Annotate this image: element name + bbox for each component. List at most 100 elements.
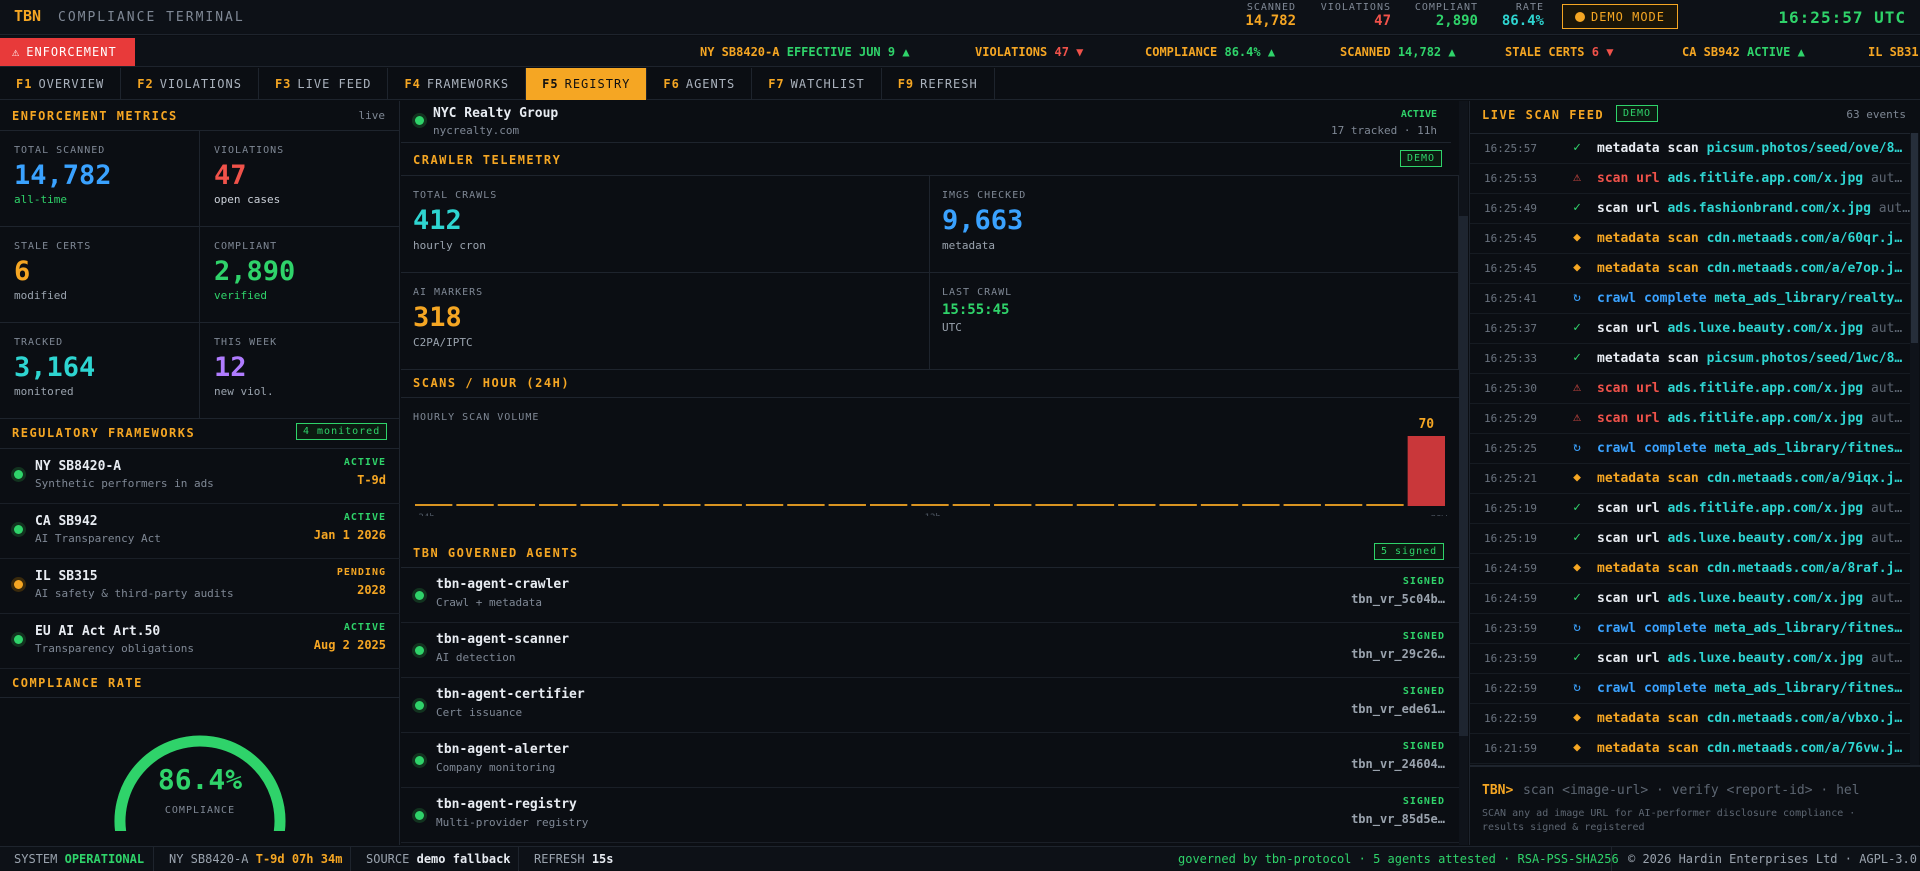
x-tick-label: now: [1431, 513, 1448, 516]
terminal-input[interactable]: scan <image-url> · verify <report-id> · …: [1523, 783, 1860, 798]
check-icon: ✓: [1573, 650, 1581, 665]
metric-violations: VIOLATIONS 47 open cases: [200, 131, 400, 227]
feed-row[interactable]: 16:25:19 ✓ scan url ads.fitlife.app.com/x.…: [1470, 494, 1910, 524]
telemetry-ai-markers: AI MARKERS 318 C2PA/IPTC: [401, 273, 930, 370]
scan-bar: [1076, 504, 1115, 506]
brand-logo: TBN: [14, 7, 42, 25]
check-icon: ✓: [1573, 200, 1581, 215]
scan-bar: [415, 504, 453, 506]
metric-tracked: TRACKED 3,164 monitored: [0, 323, 200, 419]
framework-item[interactable]: IL SB315 AI safety & third-party audits PE…: [0, 559, 400, 614]
metric-compliant: COMPLIANT 2,890 verified: [200, 227, 400, 323]
system-status: SYSTEM OPERATIONAL: [14, 852, 145, 866]
scans-chart-title: SCANS / HOUR (24H): [413, 376, 571, 390]
feed-row[interactable]: 16:22:59 ◆ metadata scan cdn.metaads.com/a…: [1470, 704, 1910, 734]
source-status: SOURCE demo fallback: [366, 852, 511, 866]
status-dot-icon: [415, 811, 424, 820]
feed-row[interactable]: 16:25:33 ✓ metadata scan picsum.photos/see…: [1470, 344, 1910, 374]
live-scan-feed-panel: LIVE SCAN FEED DEMO 63 events 16:25:57 ✓ m…: [1469, 101, 1920, 864]
tab-watchlist[interactable]: F7 WATCHLIST: [752, 68, 882, 100]
tab-registry[interactable]: F5 REGISTRY: [526, 68, 648, 100]
scan-bar: [1242, 504, 1280, 506]
framework-item[interactable]: CA SB942 AI Transparency Act ACTIVE Jan 1 2…: [0, 504, 400, 559]
feed-demo-badge: DEMO: [1616, 105, 1659, 122]
scan-bar: [1035, 504, 1073, 506]
warning-icon: ⚠: [1573, 410, 1581, 425]
peak-value-label: 70: [1418, 417, 1434, 432]
scan-bar: [704, 504, 742, 506]
tab-violations[interactable]: F2 VIOLATIONS: [121, 68, 259, 100]
feed-row[interactable]: 16:25:53 ⚠ scan url ads.fitlife.app.com/x.…: [1470, 164, 1910, 194]
feed-row[interactable]: 16:25:57 ✓ metadata scan picsum.photos/see…: [1470, 134, 1910, 164]
feed-scrollbar[interactable]: [1910, 133, 1919, 864]
telemetry-total-crawls: TOTAL CRAWLS 412 hourly cron: [401, 176, 930, 273]
tab-frameworks[interactable]: F4 FRAMEWORKS: [388, 68, 527, 100]
feed-row[interactable]: 16:25:45 ◆ metadata scan cdn.metaads.com/a…: [1470, 254, 1910, 284]
utc-clock: 16:25:57 UTC: [1778, 8, 1906, 27]
copyright: © 2026 Hardin Enterprises Ltd · AGPL-3.0: [1628, 852, 1917, 866]
scan-bar: [745, 504, 784, 506]
feed-row[interactable]: 16:23:59 ↻ crawl complete meta_ads_library…: [1470, 614, 1910, 644]
feed-row[interactable]: 16:25:41 ↻ crawl complete meta_ads_library…: [1470, 284, 1910, 314]
middle-scrollbar[interactable]: [1459, 101, 1468, 845]
feed-row[interactable]: 16:25:29 ⚠ scan url ads.fitlife.app.com/x.…: [1470, 404, 1910, 434]
agent-item[interactable]: tbn-agent-alerter Company monitoring SIGNE…: [401, 733, 1459, 788]
feed-row[interactable]: 16:21:59 ◆ metadata scan cdn.metaads.com/a…: [1470, 734, 1910, 764]
enforcement-ticker: ⚠ ENFORCEMENT NY SB8420-A EFFECTIVE JUN 9…: [0, 36, 1920, 67]
ticker-item: NY SB8420-A EFFECTIVE JUN 9 ▲: [700, 45, 910, 59]
scan-bar: [952, 504, 991, 506]
agent-item[interactable]: tbn-agent-certifier Cert issuance SIGNED tb…: [401, 678, 1459, 733]
diamond-icon: ◆: [1573, 260, 1581, 275]
scan-bar: [497, 504, 536, 506]
status-dot-icon: [14, 580, 23, 589]
tab-agents[interactable]: F6 AGENTS: [647, 68, 753, 100]
agent-item[interactable]: tbn-agent-crawler Crawl + metadata SIGNED t…: [401, 568, 1459, 623]
check-icon: ✓: [1573, 140, 1581, 155]
feed-row[interactable]: 16:25:19 ✓ scan url ads.luxe.beauty.com/x.…: [1470, 524, 1910, 554]
feed-row[interactable]: 16:25:49 ✓ scan url ads.fashionbrand.com/x…: [1470, 194, 1910, 224]
status-dot-icon: [415, 591, 424, 600]
agent-item[interactable]: tbn-agent-scanner AI detection SIGNED tbn_v…: [401, 623, 1459, 678]
company-name: NYC Realty Group: [433, 106, 559, 121]
feed-row[interactable]: 16:23:59 ✓ scan url ads.luxe.beauty.com/x.…: [1470, 644, 1910, 674]
compliance-label: COMPLIANCE: [164, 805, 236, 816]
diamond-icon: ◆: [1573, 740, 1581, 755]
diamond-icon: ◆: [1573, 230, 1581, 245]
feed-row[interactable]: 16:24:59 ◆ metadata scan cdn.metaads.com/a…: [1470, 554, 1910, 584]
tab-overview[interactable]: F1 OVERVIEW: [0, 68, 122, 100]
tab-refresh[interactable]: F9 REFRESH: [882, 68, 995, 100]
tab-live-feed[interactable]: F3 LIVE FEED: [259, 68, 389, 100]
agents-signed-badge: 5 signed: [1374, 543, 1445, 560]
metric-this-week: THIS WEEK 12 new viol.: [200, 323, 400, 419]
scan-bar: [787, 504, 825, 506]
scan-bar: [1159, 504, 1197, 506]
feed-row[interactable]: 16:25:21 ◆ metadata scan cdn.metaads.com/a…: [1470, 464, 1910, 494]
demo-mode-button[interactable]: DEMO MODE: [1562, 4, 1678, 29]
metrics-title: ENFORCEMENT METRICS: [12, 109, 178, 123]
feed-row[interactable]: 16:22:59 ↻ crawl complete meta_ads_library…: [1470, 674, 1910, 704]
metrics-live-tag: live: [358, 109, 386, 122]
status-dot-icon: [14, 635, 23, 644]
registry-company-card[interactable]: NYC Realty Group nycrealty.com ACTIVE 17…: [401, 101, 1451, 143]
feed-row[interactable]: 16:25:25 ↻ crawl complete meta_ads_library…: [1470, 434, 1910, 464]
framework-item[interactable]: EU AI Act Art.50 Transparency obligations…: [0, 614, 400, 669]
feed-row[interactable]: 16:25:30 ⚠ scan url ads.fitlife.app.com/x.…: [1470, 374, 1910, 404]
stat-scanned: SCANNED 14,782: [1245, 2, 1296, 29]
feed-row[interactable]: 16:24:59 ✓ scan url ads.luxe.beauty.com/x.…: [1470, 584, 1910, 614]
scan-bar: [621, 504, 660, 506]
scan-bar: [663, 504, 701, 506]
command-terminal[interactable]: TBN> scan <image-url> · verify <report-i…: [1470, 765, 1920, 845]
agent-item[interactable]: tbn-agent-registry Multi-provider registr…: [401, 788, 1459, 843]
status-bar: SYSTEM OPERATIONAL NY SB8420-A T-9d 07h …: [0, 846, 1920, 871]
scan-bar: [828, 504, 866, 506]
diamond-icon: ◆: [1573, 710, 1581, 725]
feed-row[interactable]: 16:25:45 ◆ metadata scan cdn.metaads.com/a…: [1470, 224, 1910, 254]
company-domain: nycrealty.com: [433, 124, 520, 137]
check-icon: ✓: [1573, 350, 1581, 365]
telemetry-last-crawl: LAST CRAWL 15:55:45 UTC: [930, 273, 1459, 370]
feed-row[interactable]: 16:25:37 ✓ scan url ads.luxe.beauty.com/x.…: [1470, 314, 1910, 344]
company-status: ACTIVE: [1400, 109, 1437, 120]
countdown-status: NY SB8420-A T-9d 07h 34m: [169, 852, 343, 866]
framework-item[interactable]: NY SB8420-A Synthetic performers in ads AC…: [0, 449, 400, 504]
ticker-item: VIOLATIONS 47 ▼: [975, 45, 1084, 59]
